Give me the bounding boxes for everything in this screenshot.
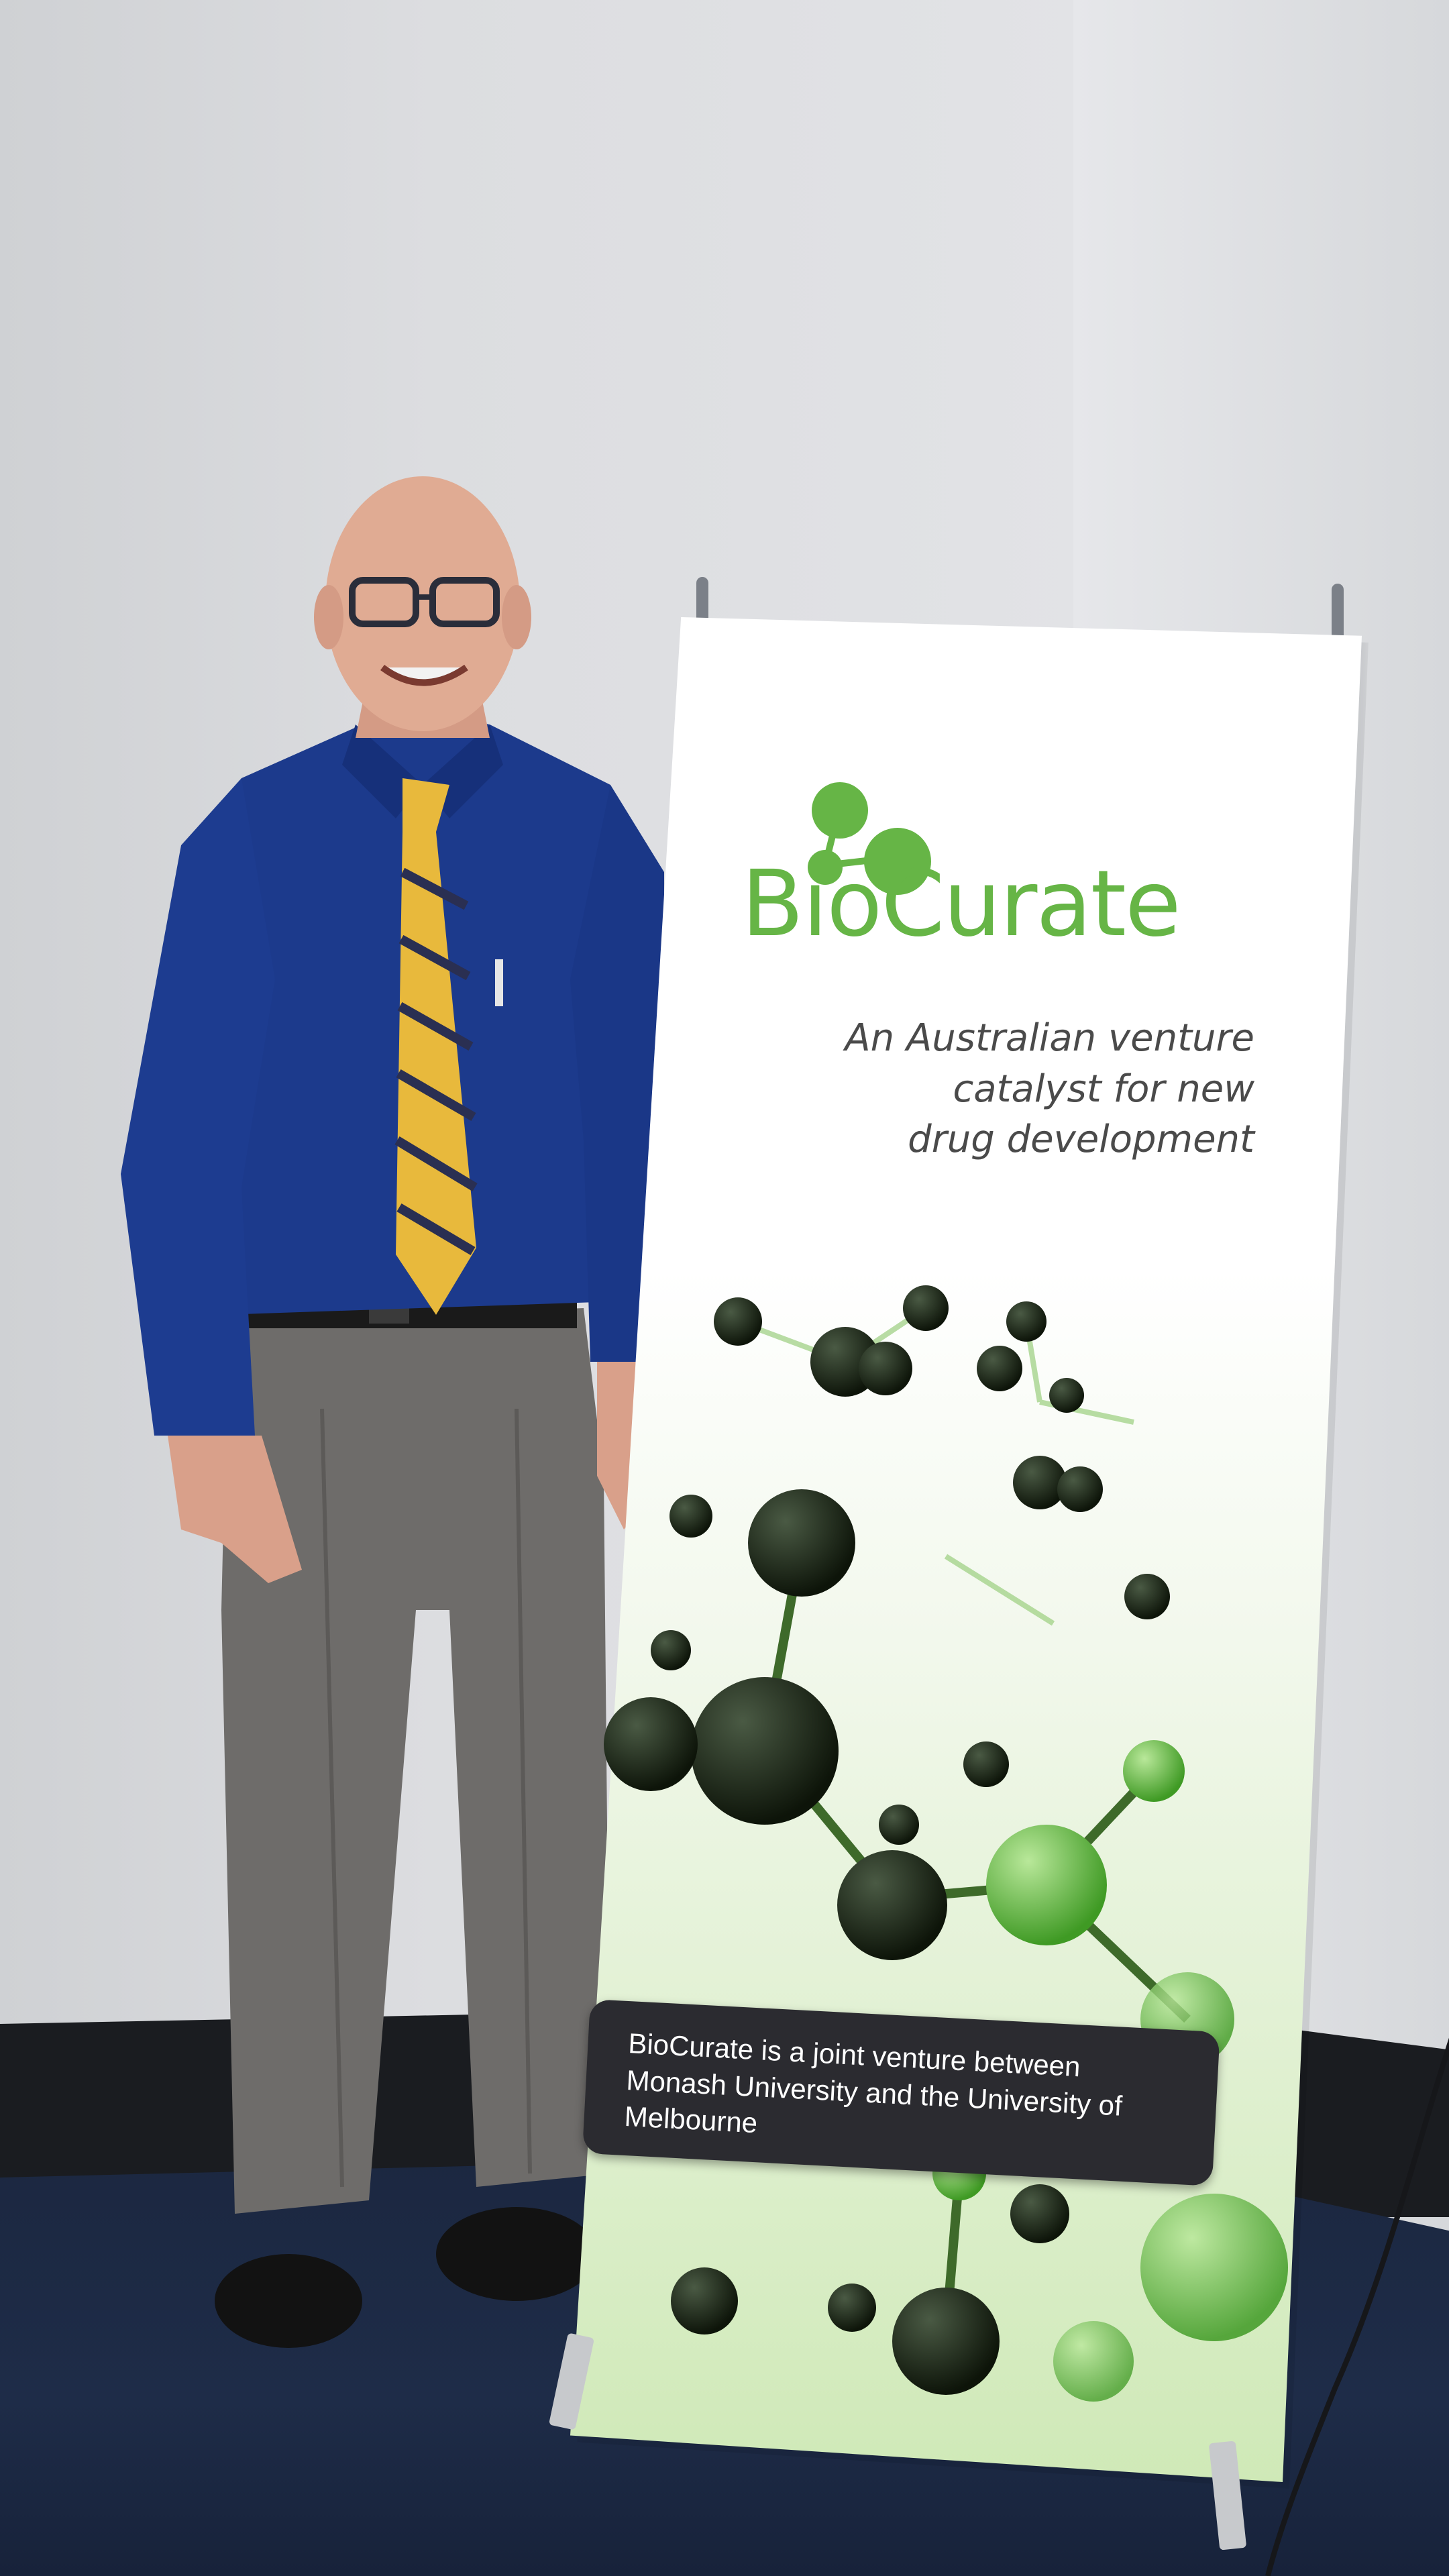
tagline-line-2: catalyst for new xyxy=(953,1067,1254,1111)
photo-scene: BioCurate An Australian venture catalyst… xyxy=(0,0,1449,2576)
tagline-line-3: drug development xyxy=(908,1118,1254,1162)
molecule-graphic xyxy=(604,1285,1288,2402)
banner-footer-text: BioCurate is a joint venture between Mon… xyxy=(623,2025,1205,2165)
tagline-line-1: An Australian venture xyxy=(845,1016,1254,1060)
banner-footer-bar: BioCurate is a joint venture between Mon… xyxy=(582,1999,1220,2186)
brand-name: BioCurate xyxy=(741,851,1181,957)
banner-tagline: An Australian venture catalyst for new d… xyxy=(758,1013,1254,1165)
